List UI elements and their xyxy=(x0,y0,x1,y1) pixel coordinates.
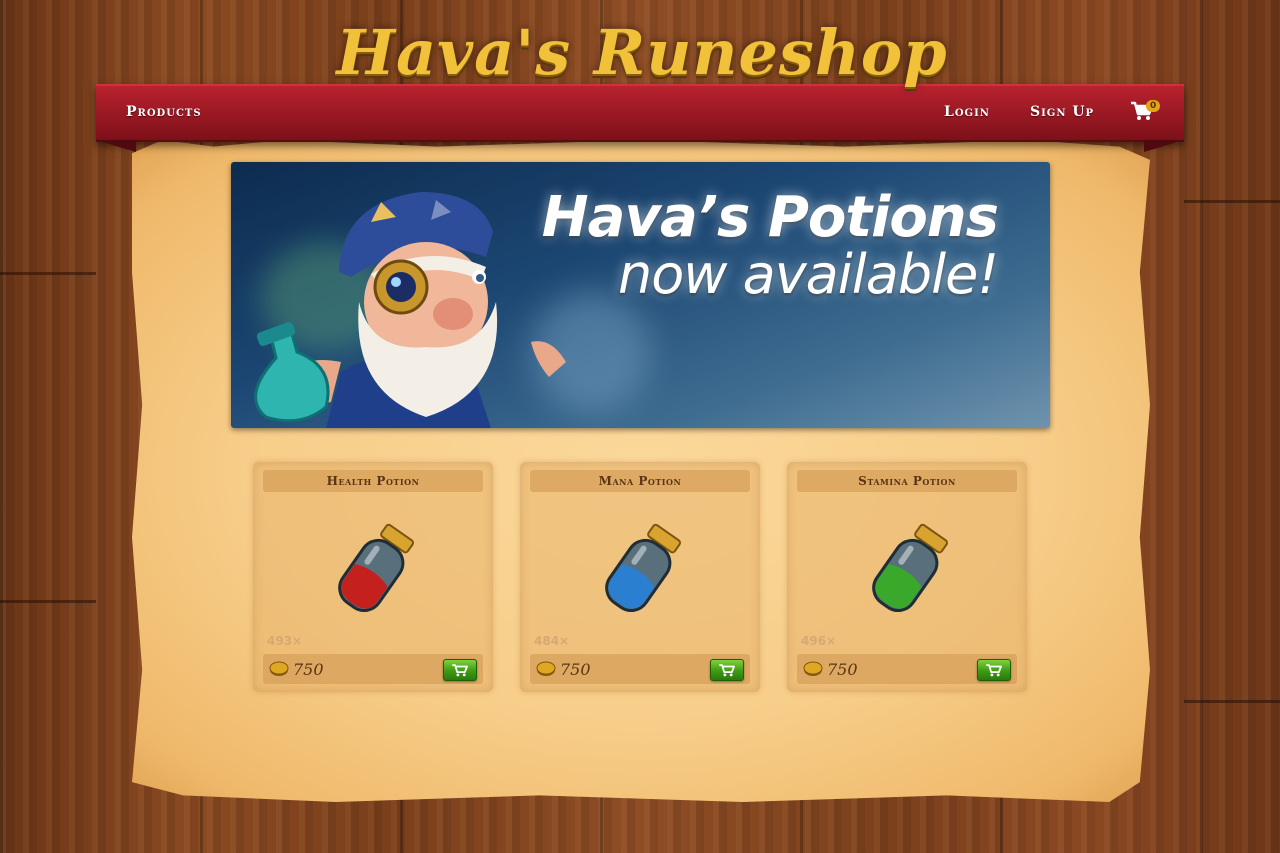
product-card[interactable]: Health Potion 493× 750 xyxy=(253,462,493,692)
product-price: 750 xyxy=(827,660,858,679)
cart-button[interactable]: 0 xyxy=(1130,100,1161,126)
product-name: Stamina Potion xyxy=(797,470,1017,492)
product-price-bar: 750 xyxy=(263,654,483,684)
site-logo[interactable]: Hava's Runeshop xyxy=(322,4,962,100)
stamina-potion-icon xyxy=(872,523,949,612)
site-logo-text: Hava's Runeshop xyxy=(336,15,948,89)
product-name: Mana Potion xyxy=(530,470,750,492)
coin-icon xyxy=(536,661,556,676)
product-price-bar: 750 xyxy=(797,654,1017,684)
cart-icon xyxy=(452,664,468,677)
add-to-cart-button[interactable] xyxy=(710,659,744,681)
product-card[interactable]: Mana Potion 484× 750 xyxy=(520,462,760,692)
product-stock: 496× xyxy=(801,634,837,648)
nav-signup-link[interactable]: Sign Up xyxy=(1030,104,1094,120)
cart-icon xyxy=(719,664,735,677)
product-card[interactable]: Stamina Potion 496× 750 xyxy=(787,462,1027,692)
product-stock: 493× xyxy=(267,634,303,648)
product-price: 750 xyxy=(560,660,591,679)
product-stock: 484× xyxy=(534,634,570,648)
gnome-alchemist-illustration xyxy=(254,192,566,428)
banner-title: Hava’s Potions xyxy=(541,185,999,250)
plank-seam xyxy=(1184,200,1280,203)
banner-subtitle: now available! xyxy=(618,243,999,306)
nav-products-link[interactable]: Products xyxy=(126,104,202,120)
health-potion-icon xyxy=(338,523,415,612)
promo-banner[interactable]: Hava’s Potions now available! xyxy=(231,162,1050,428)
nav-login-link[interactable]: Login xyxy=(944,104,990,120)
product-price: 750 xyxy=(293,660,324,679)
cart-icon xyxy=(986,664,1002,677)
add-to-cart-button[interactable] xyxy=(977,659,1011,681)
ribbon-fold-right xyxy=(1144,140,1184,152)
coin-icon xyxy=(803,661,823,676)
coin-icon xyxy=(269,661,289,676)
plank-seam xyxy=(0,272,96,275)
plank-seam xyxy=(1184,700,1280,703)
product-name: Health Potion xyxy=(263,470,483,492)
ribbon-fold-left xyxy=(96,140,136,152)
mana-potion-icon xyxy=(605,523,682,612)
add-to-cart-button[interactable] xyxy=(443,659,477,681)
plank-seam xyxy=(0,600,96,603)
cart-count-badge: 0 xyxy=(1146,100,1161,112)
product-price-bar: 750 xyxy=(530,654,750,684)
